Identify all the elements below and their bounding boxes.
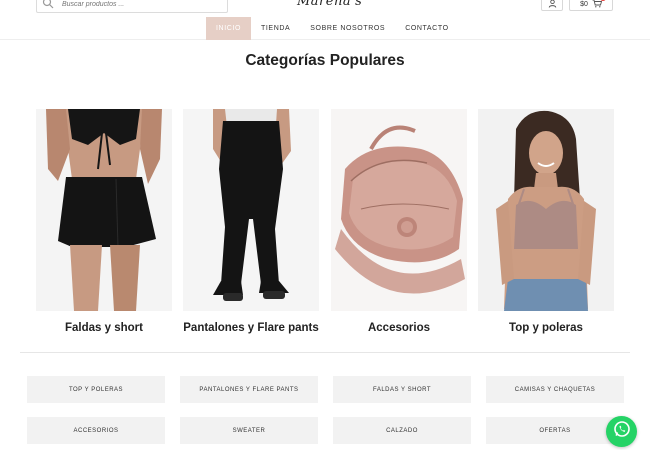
tag-button-camisas[interactable]: CAMISAS Y CHAQUETAS bbox=[486, 376, 624, 403]
nav-item-tienda[interactable]: TIENDA bbox=[251, 17, 300, 40]
cart-icon bbox=[592, 0, 602, 10]
category-label[interactable]: Faldas y short bbox=[26, 322, 182, 334]
site-logo[interactable]: Marena's bbox=[297, 0, 362, 14]
top-header: Marena's $0 bbox=[0, 0, 650, 16]
category-label[interactable]: Pantalones y Flare pants bbox=[173, 322, 329, 334]
tag-button-pantalones[interactable]: PANTALONES Y FLARE PANTS bbox=[180, 376, 318, 403]
search-box[interactable] bbox=[36, 0, 228, 13]
section-divider bbox=[20, 352, 630, 353]
account-button[interactable] bbox=[541, 0, 563, 11]
tag-button-ofertas[interactable]: OFERTAS bbox=[486, 417, 624, 444]
tag-button-top-y-poleras[interactable]: TOP Y POLERAS bbox=[27, 376, 165, 403]
section-title: Categorías Populares bbox=[245, 52, 405, 69]
category-card-accesorios[interactable]: Accesorios bbox=[331, 109, 467, 334]
main-navigation: INICIO TIENDA SOBRE NOSOTROS CONTACTO bbox=[0, 17, 650, 40]
category-label[interactable]: Accesorios bbox=[321, 322, 477, 334]
tag-button-sweater[interactable]: SWEATER bbox=[180, 417, 318, 444]
search-icon[interactable] bbox=[42, 0, 58, 13]
category-image-top[interactable] bbox=[478, 109, 614, 311]
category-image-faldas[interactable] bbox=[36, 109, 172, 311]
tag-button-faldas[interactable]: FALDAS Y SHORT bbox=[333, 376, 471, 403]
whatsapp-icon bbox=[613, 420, 631, 443]
search-input[interactable] bbox=[62, 1, 222, 8]
category-label[interactable]: Top y poleras bbox=[468, 322, 624, 334]
nav-item-inicio[interactable]: INICIO bbox=[206, 17, 251, 40]
category-image-pantalones[interactable] bbox=[183, 109, 319, 311]
nav-item-sobre-nosotros[interactable]: SOBRE NOSOTROS bbox=[300, 17, 395, 40]
nav-item-contacto[interactable]: CONTACTO bbox=[395, 17, 458, 40]
category-card-top[interactable]: Top y poleras bbox=[478, 109, 614, 334]
whatsapp-button[interactable] bbox=[606, 416, 637, 447]
category-image-accesorios[interactable] bbox=[331, 109, 467, 311]
category-card-pantalones[interactable]: Pantalones y Flare pants bbox=[183, 109, 319, 334]
tag-button-calzado[interactable]: CALZADO bbox=[333, 417, 471, 444]
user-icon bbox=[548, 0, 557, 13]
tag-button-accesorios[interactable]: ACCESORIOS bbox=[27, 417, 165, 444]
cart-button[interactable]: $0 bbox=[569, 0, 613, 11]
cart-total: $0 bbox=[580, 0, 588, 8]
category-card-faldas[interactable]: Faldas y short bbox=[36, 109, 172, 334]
